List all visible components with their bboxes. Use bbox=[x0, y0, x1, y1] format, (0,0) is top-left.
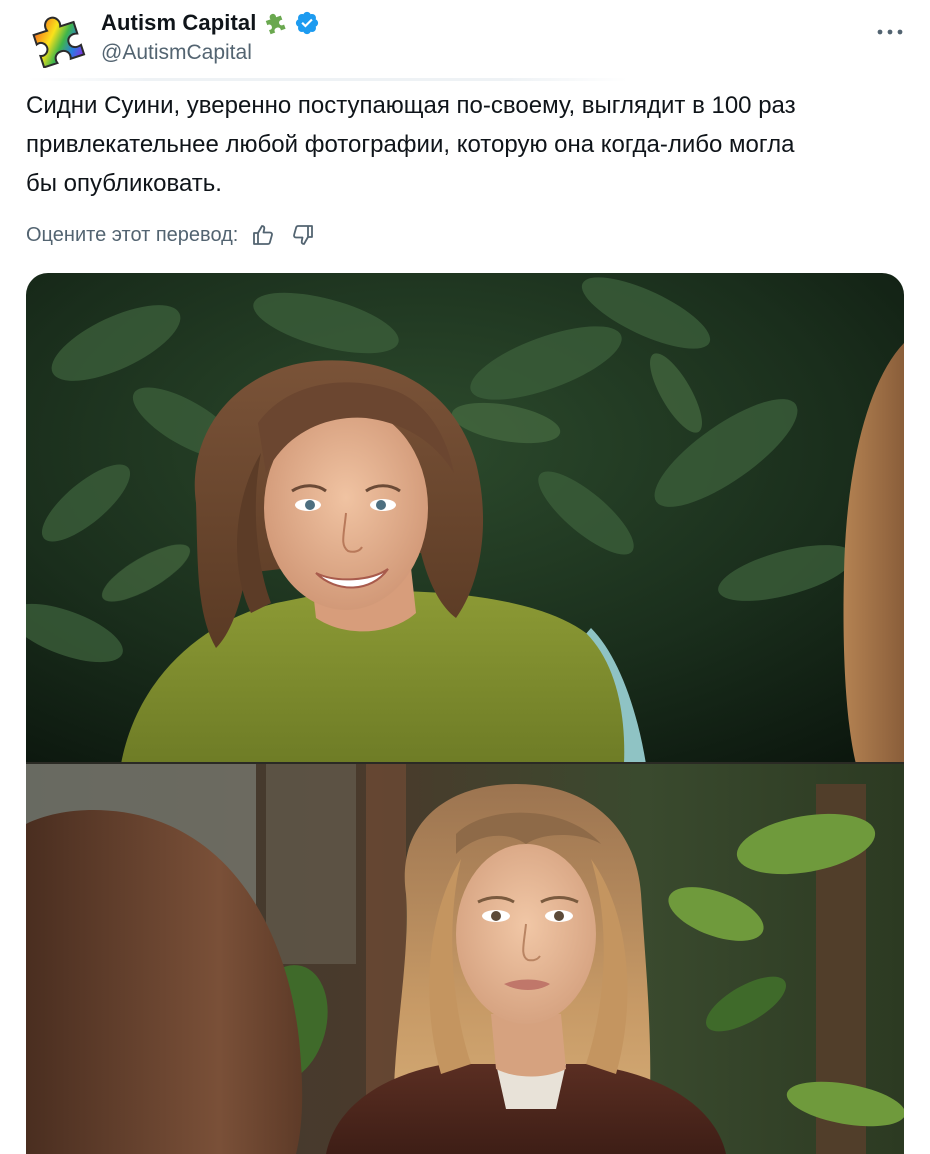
top-photo[interactable] bbox=[26, 273, 904, 764]
avatar[interactable] bbox=[26, 10, 88, 69]
thumbs-up-icon bbox=[253, 225, 274, 245]
rainbow-puzzle-piece-icon bbox=[32, 16, 86, 69]
bottom-photo[interactable] bbox=[26, 764, 904, 1154]
author-handle[interactable]: @AutismCapital bbox=[101, 41, 252, 65]
more-horizontal-icon bbox=[877, 29, 903, 35]
author-display-name[interactable]: Autism Capital bbox=[101, 10, 256, 36]
post-text: Сидни Суини, уверенно поступающая по-сво… bbox=[26, 92, 796, 197]
verified-badge-icon[interactable] bbox=[294, 10, 320, 36]
thumbs-down-icon bbox=[293, 225, 314, 245]
post-media[interactable] bbox=[26, 273, 904, 1154]
more-options-button[interactable] bbox=[868, 18, 912, 46]
rate-good-button[interactable] bbox=[248, 220, 278, 250]
rate-bad-button[interactable] bbox=[288, 220, 318, 250]
rate-translation-row: Оцените этот перевод: bbox=[26, 220, 318, 250]
post-header: Autism Capital @AutismCapital bbox=[0, 0, 930, 81]
green-puzzle-piece-icon bbox=[266, 13, 287, 35]
header-divider bbox=[28, 78, 628, 81]
rate-translation-label: Оцените этот перевод: bbox=[26, 223, 239, 246]
author-name-row: Autism Capital bbox=[101, 9, 320, 37]
